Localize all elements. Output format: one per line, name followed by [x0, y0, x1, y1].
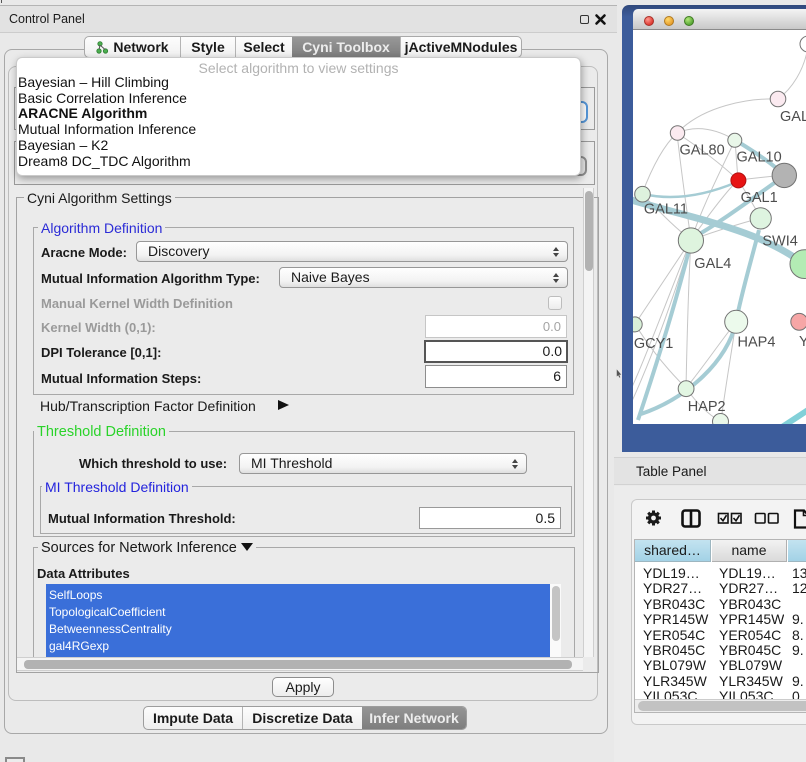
svg-text:GAL7: GAL7 — [780, 109, 806, 125]
svg-text:GAL1: GAL1 — [741, 190, 778, 206]
svg-text:GAL80: GAL80 — [680, 143, 725, 159]
svg-text:GAL4: GAL4 — [694, 256, 731, 272]
svg-text:GAL10: GAL10 — [737, 149, 782, 165]
svg-text:HAP4: HAP4 — [738, 335, 776, 351]
svg-text:GAL11: GAL11 — [644, 202, 688, 218]
svg-text:GCY1: GCY1 — [634, 336, 674, 352]
svg-text:YD: YD — [799, 334, 806, 350]
svg-text:SWI4: SWI4 — [762, 234, 797, 250]
svg-text:HAP2: HAP2 — [688, 399, 726, 415]
